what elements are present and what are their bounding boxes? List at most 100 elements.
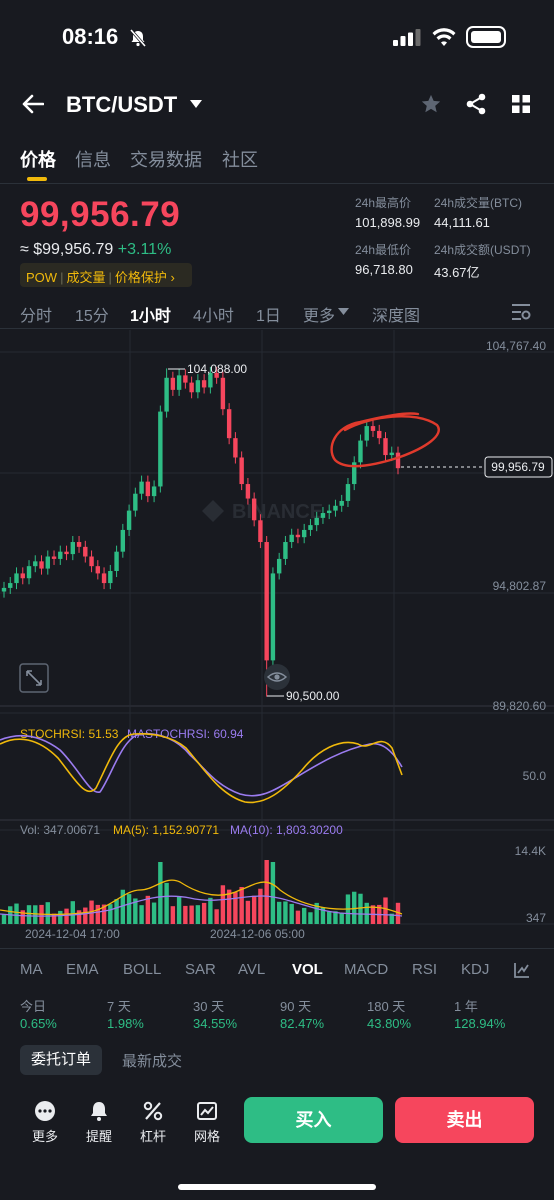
cellular-signal-icon: [393, 29, 421, 46]
candle-body: [339, 500, 344, 506]
candle-body: [20, 573, 25, 579]
interval-1h[interactable]: 1小时: [130, 302, 171, 326]
chevron-right-icon: ›: [166, 270, 175, 285]
perf-label-1y: 1 年: [454, 999, 478, 1014]
price-axis-labels: 104,767.40 94,802.87 89,820.60: [486, 339, 546, 713]
tag-price-protection[interactable]: 价格保护: [115, 270, 167, 285]
tab-community[interactable]: 社区: [222, 146, 258, 172]
tab-open-orders[interactable]: 委托订单: [20, 1045, 102, 1075]
indicator-boll[interactable]: BOLL: [123, 961, 161, 978]
volume-bar: [64, 908, 69, 924]
axis-mid: 94,802.87: [493, 579, 547, 593]
volume-usdt-value: 43.67亿: [434, 265, 480, 280]
divider: [0, 328, 554, 329]
interval-1d[interactable]: 1日: [256, 302, 281, 326]
perf-value-today: 0.65%: [20, 1016, 57, 1031]
tab-active-indicator: [27, 177, 47, 181]
indicator-vol[interactable]: VOL: [292, 961, 323, 978]
favorite-star-icon[interactable]: [420, 93, 442, 115]
perf-value-30d: 34.55%: [193, 1016, 238, 1031]
pair-dropdown-icon[interactable]: [189, 99, 203, 109]
candle-body: [33, 561, 38, 567]
axis-top: 104,767.40: [486, 339, 546, 353]
candle-body: [145, 481, 151, 497]
watermark-text: BINANCE: [232, 501, 323, 523]
interval-more[interactable]: 更多: [303, 302, 335, 326]
candle-body: [89, 556, 94, 567]
indicator-kdj[interactable]: KDJ: [461, 961, 489, 978]
pair-title[interactable]: BTC/USDT: [66, 92, 177, 118]
candle-body: [189, 382, 194, 393]
fullscreen-button[interactable]: [19, 663, 49, 693]
status-time: 08:16: [62, 24, 119, 49]
volume-bar: [151, 902, 157, 924]
bottom-alert-label: 提醒: [85, 1129, 112, 1144]
tag-pow[interactable]: POW: [26, 270, 57, 285]
grid-layout-icon[interactable]: [512, 95, 530, 113]
percent-icon: [143, 1101, 163, 1121]
candle-body: [26, 566, 32, 579]
interval-4h[interactable]: 4小时: [193, 302, 234, 326]
interval-line[interactable]: 分时: [20, 302, 52, 326]
volume-btc-label: 24h成交量(BTC): [434, 196, 523, 210]
candle-body: [170, 377, 176, 390]
candle-body: [383, 438, 388, 456]
volume-bar: [26, 905, 32, 924]
volume-bar: [51, 913, 57, 924]
tab-latest-trades[interactable]: 最新成交: [122, 1050, 182, 1071]
sell-button[interactable]: 卖出: [395, 1097, 534, 1143]
tab-trading-data[interactable]: 交易数据: [130, 146, 202, 172]
indicator-ma[interactable]: MA: [20, 961, 43, 978]
bottom-margin[interactable]: 杠杆: [133, 1100, 173, 1145]
volume-bar: [170, 906, 176, 924]
indicator-ema[interactable]: EMA: [66, 961, 99, 978]
bottom-more[interactable]: 更多: [25, 1100, 65, 1145]
candle-body: [114, 551, 119, 571]
volume-bar: [158, 862, 163, 924]
candle-body: [14, 573, 19, 584]
indicator-sar[interactable]: SAR: [185, 961, 216, 978]
back-arrow-icon[interactable]: [22, 94, 44, 114]
tab-price[interactable]: 价格: [20, 146, 56, 172]
candle-body: [333, 505, 338, 511]
candle-body: [139, 481, 144, 494]
indicator-settings-icon[interactable]: [514, 962, 530, 978]
bottom-grid[interactable]: 网格: [187, 1100, 227, 1145]
chart-settings-icon[interactable]: [511, 303, 531, 321]
candle-body: [1, 587, 7, 592]
more-dropdown-icon[interactable]: [338, 308, 349, 316]
low-marker: 90,500.00: [267, 689, 340, 703]
bell-icon: [91, 1102, 107, 1121]
volume-bar: [183, 905, 188, 924]
perf-value-1y: 128.94%: [454, 1016, 506, 1031]
interval-depth[interactable]: 深度图: [372, 302, 420, 326]
indicator-avl[interactable]: AVL: [238, 961, 265, 978]
high-label: 24h最高价: [355, 196, 412, 210]
share-icon[interactable]: [465, 93, 487, 115]
candle-body: [83, 546, 88, 557]
tag-volume[interactable]: 成交量: [66, 270, 105, 285]
candle-body: [377, 430, 382, 439]
tab-info[interactable]: 信息: [75, 146, 111, 172]
candle-body: [358, 440, 363, 463]
volume-bar: [208, 897, 213, 924]
interval-15m[interactable]: 15分: [75, 302, 109, 326]
bottom-alert[interactable]: 提醒: [79, 1100, 119, 1145]
perf-value-180d: 43.80%: [367, 1016, 412, 1031]
stochrsi-line: [0, 733, 403, 804]
candle-body: [95, 566, 101, 574]
eye-icon[interactable]: [264, 664, 290, 690]
silent-mode-icon: [129, 29, 147, 47]
candle-body: [283, 542, 288, 559]
perf-label-90d: 90 天: [280, 999, 312, 1014]
candle-body: [270, 573, 276, 661]
buy-button[interactable]: 买入: [244, 1097, 383, 1143]
candle-body: [8, 583, 13, 588]
indicator-rsi[interactable]: RSI: [412, 961, 437, 978]
volume-bar: [189, 905, 194, 924]
tag-list[interactable]: POW | 成交量 | 价格保护 ›: [20, 263, 192, 287]
indicator-macd[interactable]: MACD: [344, 961, 388, 978]
candle-body: [108, 570, 113, 584]
price-chart[interactable]: BINANCE 104,767.40 94,802.87 89,820.60 1…: [0, 330, 554, 945]
low-label: 24h最低价: [355, 243, 412, 257]
